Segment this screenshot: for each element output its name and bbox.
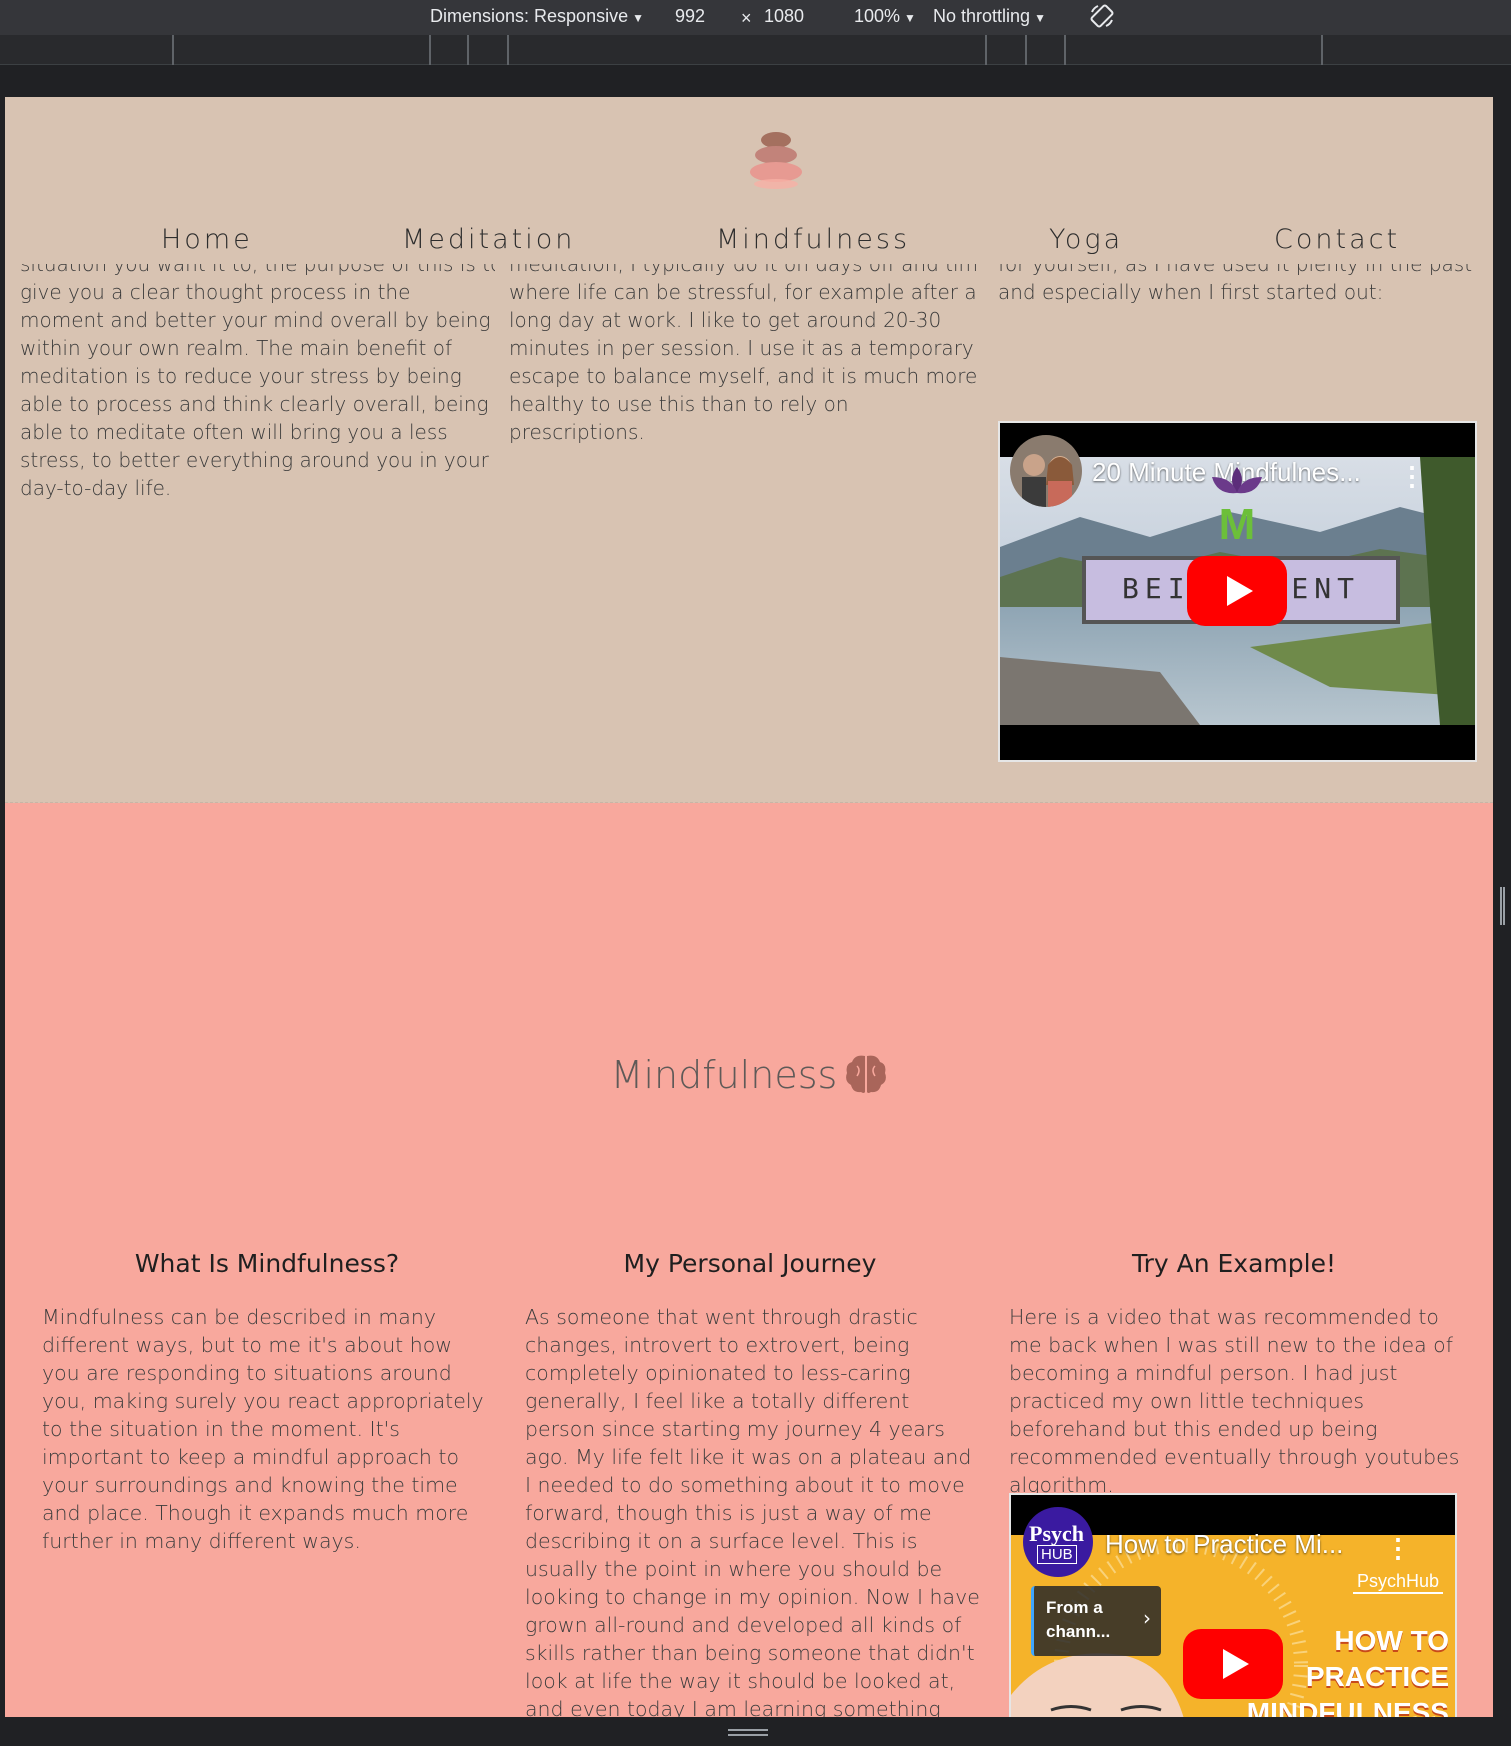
rotate-icon[interactable] xyxy=(1088,2,1116,35)
mindfulness-col1-title: What Is Mindfulness? xyxy=(134,1249,400,1278)
nav-home[interactable]: Home xyxy=(161,224,253,255)
youtube-embed-mindfulness[interactable]: 20 Minute Mindfulnes... ⋮ M BEIN SENT xyxy=(998,421,1477,762)
from-channel-card[interactable]: From a chann... › xyxy=(1031,1586,1161,1656)
mindfulness-col3-title: Try An Example! xyxy=(1132,1249,1336,1278)
channel-avatar[interactable] xyxy=(1010,435,1082,507)
svg-text:M: M xyxy=(1219,500,1256,545)
youtube-play-icon[interactable] xyxy=(1187,556,1287,626)
meditation-col2-text: where life can be stressful, for example… xyxy=(509,280,978,444)
video-title[interactable]: How to Practice Mi... xyxy=(1105,1529,1343,1560)
page-viewport: Home Meditation Mindfulness Yoga Contact… xyxy=(5,97,1493,1717)
resize-handle-bottom[interactable] xyxy=(728,1729,768,1736)
meditation-section: situation you want it to, the purpose of… xyxy=(5,264,1493,833)
devtools-bottom-bar xyxy=(0,1717,1511,1746)
media-query-ruler xyxy=(0,35,1511,65)
channel-avatar[interactable]: Psych HUB xyxy=(1023,1507,1093,1577)
mindfulness-col2-text: As someone that went through drastic cha… xyxy=(525,1305,980,1717)
clipped-text: situation you want it to, the purpose of… xyxy=(20,264,495,276)
mindfulness-heading: Mindfulness xyxy=(5,1053,1493,1097)
more-vert-icon[interactable]: ⋮ xyxy=(1385,1533,1411,1564)
youtube-play-icon[interactable] xyxy=(1183,1629,1283,1699)
more-vert-icon[interactable]: ⋮ xyxy=(1399,461,1425,492)
lotus-logo-icon: M xyxy=(1192,465,1282,549)
main-nav: Home Meditation Mindfulness Yoga Contact xyxy=(5,224,1493,264)
chevron-right-icon: › xyxy=(1143,1606,1151,1630)
clipped-text: meditation, I typically do it on days of… xyxy=(509,264,979,276)
stones-logo-icon[interactable] xyxy=(745,130,807,192)
devtools-toolbar: Dimensions: Responsive ▼ 992 × 1080 100% ▼… xyxy=(0,0,1511,35)
meditation-col3: for yourself, as I have used it plenty i… xyxy=(998,264,1478,306)
resize-handle-right[interactable] xyxy=(1500,887,1505,925)
viewport-gap xyxy=(0,66,1511,97)
nav-yoga[interactable]: Yoga xyxy=(1049,224,1123,255)
times-icon: × xyxy=(741,8,752,28)
meditation-col1: situation you want it to, the purpose of… xyxy=(20,264,495,502)
height-input[interactable]: 1080 xyxy=(764,6,804,27)
meditation-col3-text: and especially when I first started out: xyxy=(998,280,1384,304)
dimensions-dropdown[interactable]: Dimensions: Responsive ▼ xyxy=(430,6,644,27)
caret-down-icon: ▼ xyxy=(1034,11,1046,25)
nav-mindfulness[interactable]: Mindfulness xyxy=(716,224,910,255)
nav-meditation[interactable]: Meditation xyxy=(402,224,575,255)
meditation-col2: meditation, I typically do it on days of… xyxy=(509,264,979,446)
mindfulness-col3-text: Here is a video that was recommended to … xyxy=(1009,1305,1460,1497)
caret-down-icon: ▼ xyxy=(904,11,916,25)
nav-contact[interactable]: Contact xyxy=(1274,224,1400,255)
psychhub-watermark: PsychHub xyxy=(1352,1571,1443,1594)
zoom-dropdown[interactable]: 100% ▼ xyxy=(854,6,916,27)
brain-icon xyxy=(845,1054,887,1094)
youtube-embed-psychhub[interactable]: Psych HUB How to Practice Mi... ⋮ PsychH… xyxy=(1009,1493,1457,1717)
mindfulness-section: Mindfulness What Is Mindfulness? Mindful… xyxy=(5,803,1493,1717)
caret-down-icon: ▼ xyxy=(632,11,644,25)
width-input[interactable]: 992 xyxy=(675,6,705,27)
clipped-text: for yourself, as I have used it plenty i… xyxy=(998,264,1473,276)
meditation-col1-text: give you a clear thought process in the … xyxy=(20,280,491,500)
mindfulness-col1-text: Mindfulness can be described in many dif… xyxy=(42,1305,484,1553)
throttling-dropdown[interactable]: No throttling ▼ xyxy=(933,6,1046,27)
mindfulness-col2-title: My Personal Journey xyxy=(623,1249,877,1278)
